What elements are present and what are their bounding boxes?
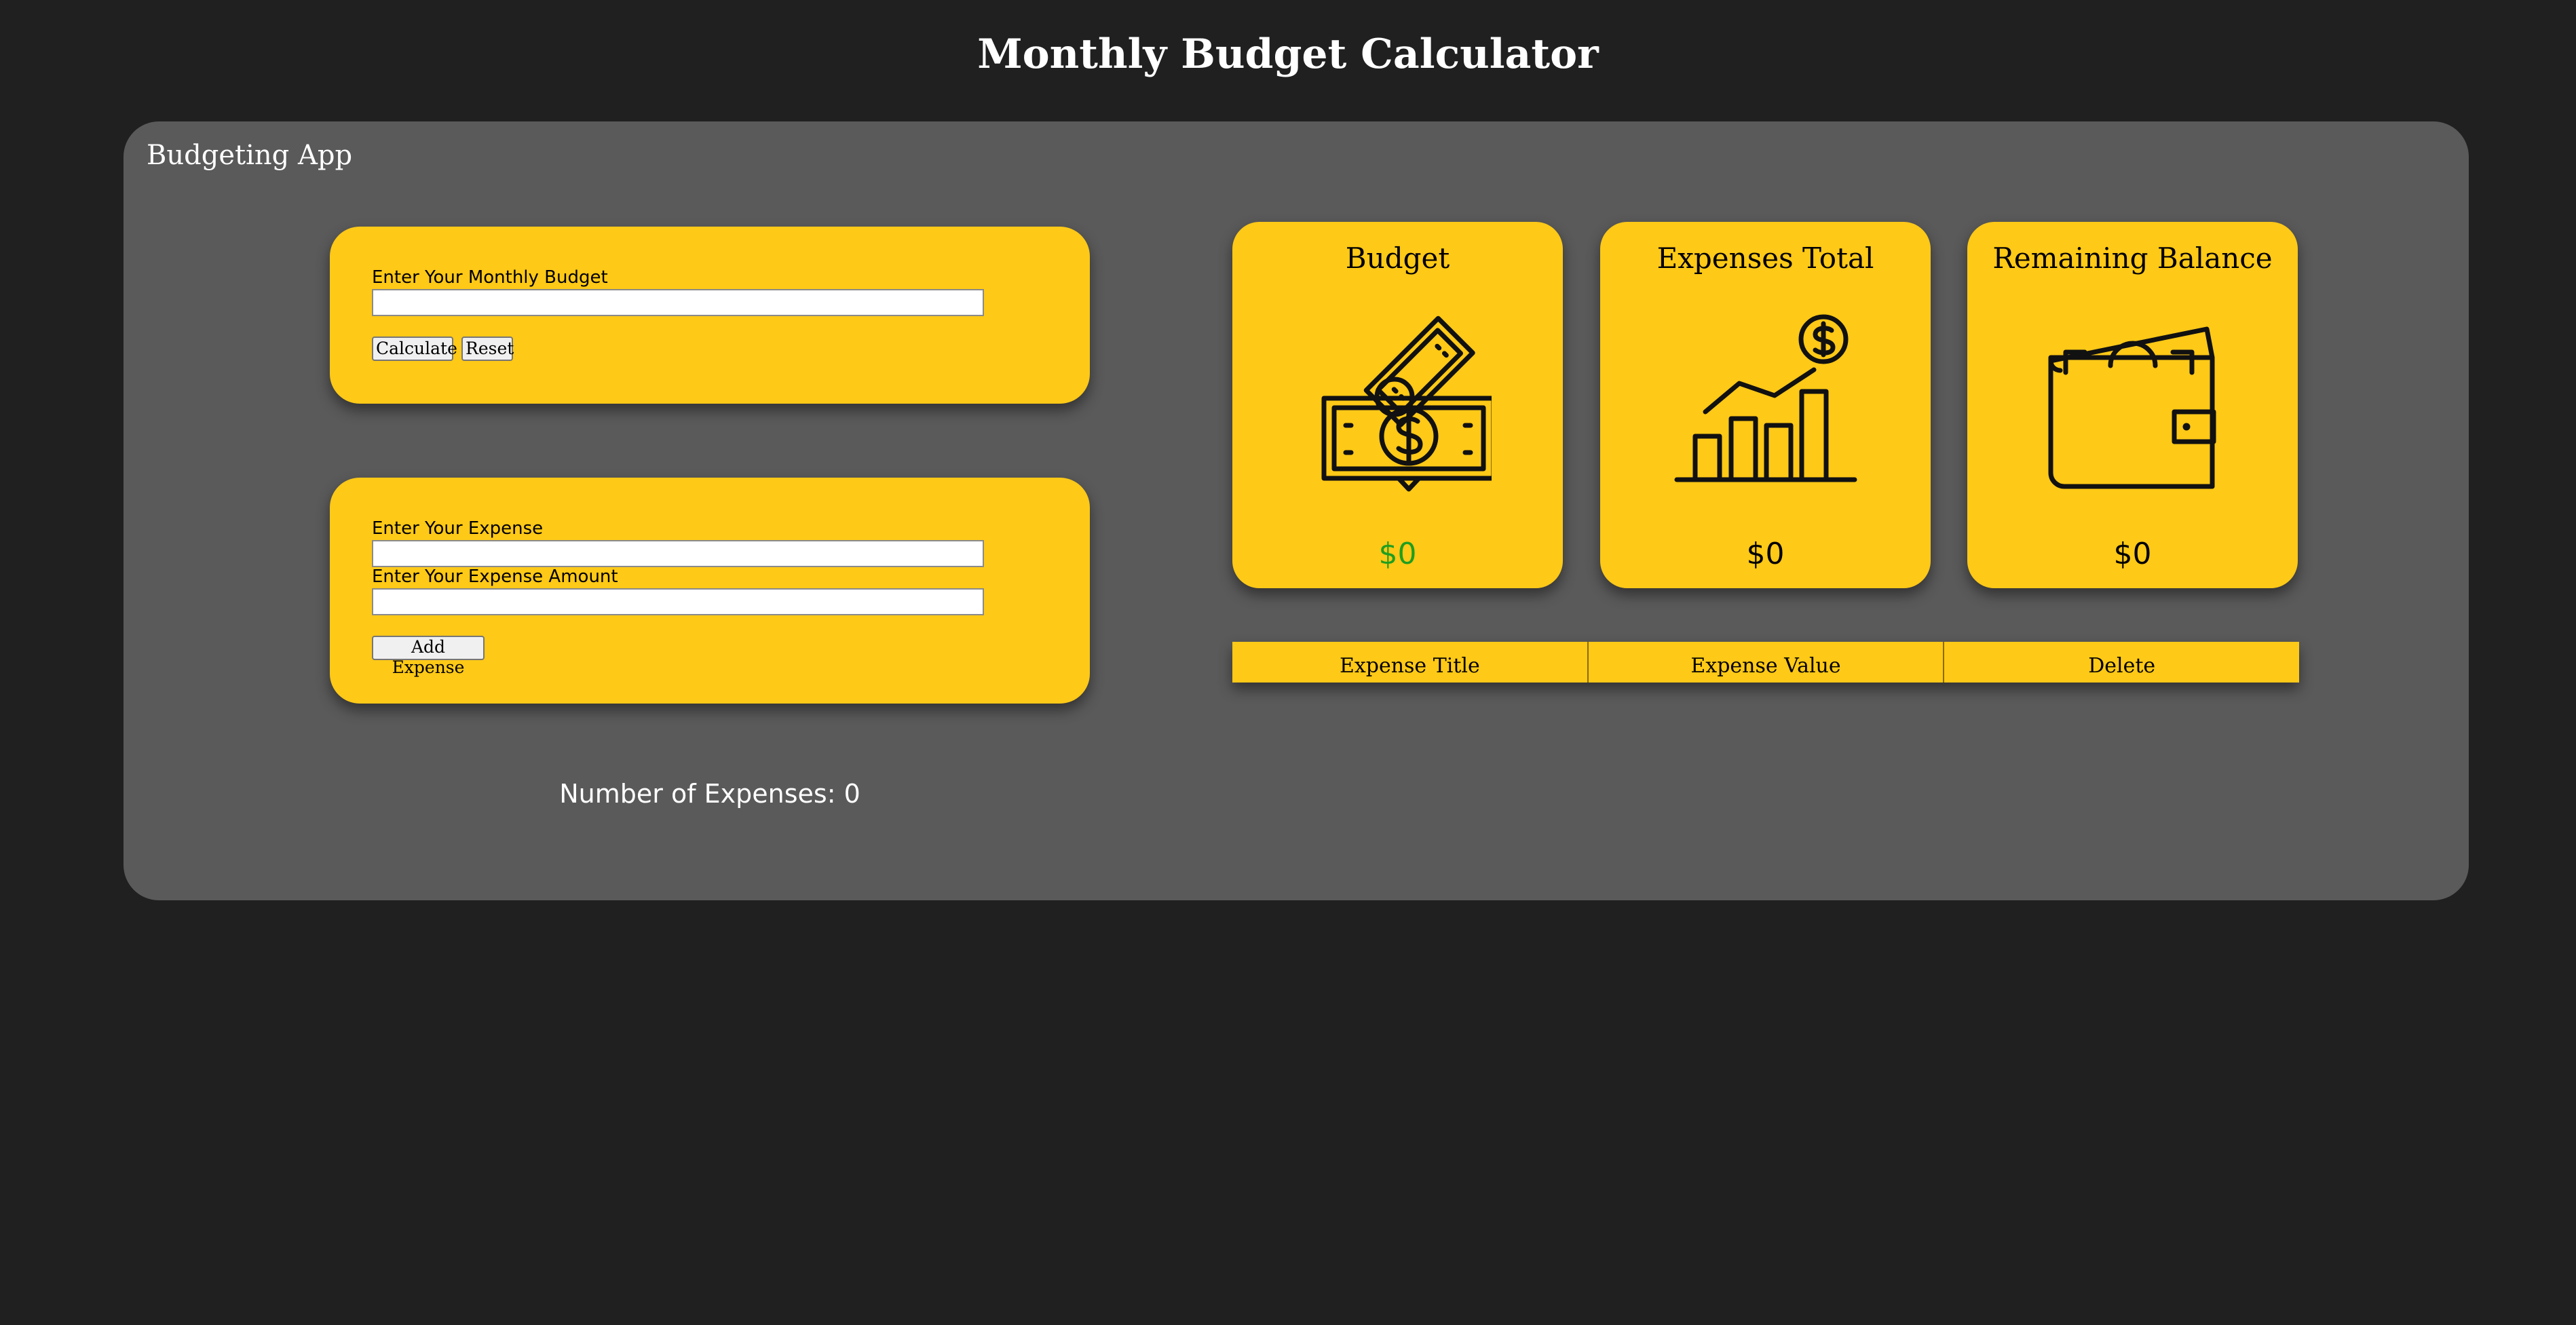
expense-count: Number of Expenses: 0 — [559, 779, 860, 809]
table-header-expense-title: Expense Title — [1232, 642, 1589, 683]
expense-label: Enter Your Expense — [372, 518, 544, 539]
expense-form-card: Enter Your Expense Enter Your Expense Am… — [330, 478, 1090, 704]
app-panel: Budgeting App Enter Your Monthly Budget … — [124, 121, 2469, 900]
budget-input[interactable] — [372, 289, 984, 316]
money-icon — [1321, 315, 1492, 492]
expense-table: Expense Title Expense Value Delete — [1232, 642, 2299, 683]
budget-value: $0 — [1378, 537, 1417, 571]
calculate-button[interactable]: Calculate — [372, 337, 457, 361]
expenses-total-card: Expenses Total $0 — [1600, 222, 1931, 588]
page-title: Monthly Budget Calculator — [977, 31, 1599, 78]
add-expense-button[interactable]: Add Expense — [372, 636, 485, 677]
wallet-icon — [2048, 326, 2216, 489]
expenses-total-title: Expenses Total — [1656, 242, 1874, 275]
remaining-balance-card: Remaining Balance $0 — [1967, 222, 2298, 588]
expense-amount-label: Enter Your Expense Amount — [372, 567, 618, 587]
chart-icon — [1674, 314, 1857, 482]
expense-amount-input[interactable] — [372, 588, 984, 615]
app-title: Budgeting App — [147, 140, 353, 171]
reset-button[interactable]: Reset — [461, 337, 514, 361]
budget-card: Budget $0 — [1232, 222, 1563, 588]
expenses-total-value: $0 — [1746, 537, 1785, 571]
budget-label: Enter Your Monthly Budget — [372, 267, 608, 288]
remaining-balance-title: Remaining Balance — [1992, 242, 2273, 275]
budget-form-card: Enter Your Monthly Budget Calculate Rese… — [330, 227, 1090, 404]
remaining-balance-value: $0 — [2113, 537, 2152, 571]
expense-input[interactable] — [372, 540, 984, 567]
table-header-expense-value: Expense Value — [1589, 642, 1945, 683]
budget-card-title: Budget — [1345, 242, 1450, 275]
table-header-delete: Delete — [2088, 654, 2156, 678]
